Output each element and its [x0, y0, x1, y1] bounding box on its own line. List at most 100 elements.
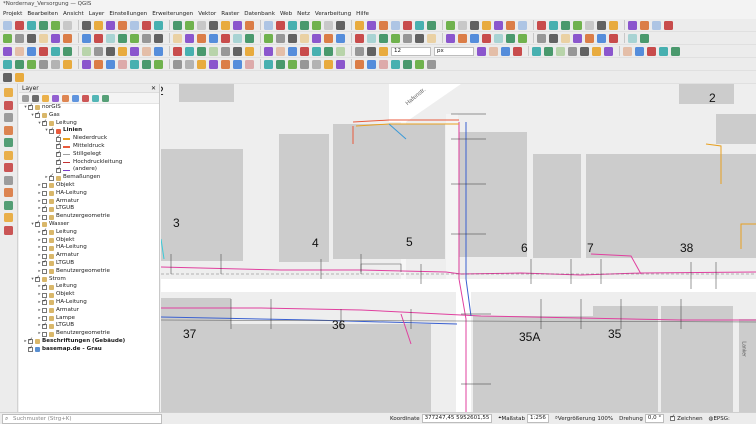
layer-row-s-ltgub[interactable]: ▸LTGUB [19, 322, 159, 330]
tool-icon[interactable] [209, 46, 218, 56]
layer-visibility-checkbox[interactable] [56, 134, 61, 142]
tool-icon[interactable] [4, 163, 13, 172]
tool-icon[interactable] [4, 88, 13, 97]
tool-icon[interactable] [173, 46, 182, 56]
tool-icon[interactable] [3, 33, 12, 43]
tool-icon[interactable] [264, 59, 273, 69]
layer-row-w-ha[interactable]: ▸ HA-Leitung [19, 244, 159, 252]
layer-row-gas-objekt[interactable]: ▸ Objekt [19, 182, 159, 190]
tool-icon[interactable] [573, 20, 582, 30]
tool-icon[interactable] [446, 20, 455, 30]
layer-row-s-ha[interactable]: ▸HA-Leitung [19, 298, 159, 307]
tool-icon[interactable] [15, 59, 24, 69]
layer-visibility-checkbox[interactable] [42, 214, 47, 220]
tool-icon[interactable] [63, 59, 72, 69]
tool-icon[interactable] [4, 188, 13, 197]
tool-icon[interactable] [154, 46, 163, 56]
tool-icon[interactable] [506, 20, 515, 30]
layer-row-s-leitung[interactable]: ▸Leitung [19, 283, 159, 291]
tool-icon[interactable] [185, 20, 194, 30]
layer-row-gas[interactable]: ▾Gas [19, 111, 159, 120]
tool-icon[interactable] [142, 20, 151, 30]
tool-icon[interactable] [3, 20, 12, 30]
tool-icon[interactable] [652, 20, 661, 30]
tool-icon[interactable] [276, 20, 285, 30]
tool-icon[interactable] [264, 33, 273, 43]
tool-icon[interactable] [185, 46, 194, 56]
tool-icon[interactable] [245, 46, 254, 56]
layer-row-gas-bem[interactable]: ▸Bemaßungen [19, 173, 159, 182]
tool-icon[interactable] [659, 46, 668, 56]
tool-icon[interactable] [300, 33, 309, 43]
tool-icon[interactable] [609, 33, 618, 43]
tool-icon[interactable] [130, 46, 139, 56]
tool-icon[interactable] [130, 33, 139, 43]
locator-search-input[interactable]: ⌕ Suchmuster (Strg+K) [2, 413, 162, 424]
tool-icon[interactable] [106, 33, 115, 43]
tool-icon[interactable] [94, 33, 103, 43]
tool-icon[interactable] [355, 33, 364, 43]
tool-icon[interactable] [324, 20, 333, 30]
tool-icon[interactable] [39, 59, 48, 69]
tool-icon[interactable] [154, 20, 163, 30]
tool-icon[interactable] [477, 46, 486, 56]
tool-icon[interactable] [604, 46, 613, 56]
tool-icon[interactable] [640, 20, 649, 30]
layer-tool-icon[interactable] [42, 94, 49, 102]
symbol-size-field[interactable]: 12 [391, 46, 431, 56]
tool-icon[interactable] [4, 225, 13, 235]
tool-icon[interactable] [300, 20, 309, 30]
tool-icon[interactable] [51, 33, 60, 43]
tool-icon[interactable] [573, 33, 582, 43]
layer-visibility-checkbox[interactable] [42, 245, 47, 251]
tool-icon[interactable] [39, 20, 48, 30]
layer-visibility-checkbox[interactable] [42, 228, 47, 236]
tool-icon[interactable] [427, 20, 436, 30]
tool-icon[interactable] [336, 59, 345, 69]
layer-visibility-checkbox[interactable] [28, 345, 33, 353]
tool-icon[interactable] [39, 33, 48, 43]
layer-visibility-checkbox[interactable] [56, 166, 61, 173]
layer-visibility-checkbox[interactable] [49, 173, 54, 181]
map-canvas[interactable]: Hafenstr. Lanker 2 2 3 4 5 6 7 38 37 36 … [161, 84, 756, 412]
tool-icon[interactable] [379, 59, 388, 69]
tool-icon[interactable] [537, 20, 546, 30]
layer-visibility-checkbox[interactable] [35, 275, 40, 283]
tool-icon[interactable] [94, 20, 103, 30]
tool-icon[interactable] [4, 138, 13, 147]
tool-icon[interactable] [288, 20, 297, 30]
tool-icon[interactable] [592, 46, 601, 56]
layer-visibility-checkbox[interactable] [42, 237, 47, 243]
layer-row-strom[interactable]: ▾Strom [19, 275, 159, 284]
tool-icon[interactable] [15, 33, 24, 43]
layer-tool-icon[interactable] [62, 94, 69, 102]
layer-visibility-checkbox[interactable] [42, 308, 47, 314]
layer-visibility-checkbox[interactable] [49, 127, 54, 134]
tool-icon[interactable] [221, 46, 230, 56]
menu-item-hilfe[interactable]: Hilfe [356, 9, 369, 19]
layer-row-hochdruck[interactable]: Hochdruckleitung [19, 158, 159, 167]
tool-icon[interactable] [664, 20, 673, 30]
layer-tool-icon[interactable] [32, 94, 39, 102]
tool-icon[interactable] [4, 213, 13, 222]
tool-icon[interactable] [336, 33, 345, 43]
tool-icon[interactable] [403, 59, 412, 69]
tool-icon[interactable] [106, 59, 115, 69]
tool-icon[interactable] [585, 20, 594, 30]
layer-visibility-checkbox[interactable] [42, 191, 47, 197]
tool-icon[interactable] [367, 33, 376, 43]
tool-icon[interactable] [15, 46, 24, 56]
tool-icon[interactable] [118, 33, 127, 43]
tool-icon[interactable] [154, 33, 163, 43]
tool-icon[interactable] [51, 46, 60, 56]
tool-icon[interactable] [221, 33, 230, 43]
tool-icon[interactable] [336, 46, 345, 56]
tool-icon[interactable] [391, 33, 400, 43]
render-toggle[interactable]: Zeichnen [670, 414, 703, 422]
layer-tool-icon[interactable] [102, 94, 109, 102]
tool-icon[interactable] [209, 33, 218, 43]
tool-icon[interactable] [494, 33, 503, 43]
menu-item-web[interactable]: Web [280, 9, 292, 19]
layer-visibility-checkbox[interactable] [56, 142, 61, 150]
tool-icon[interactable] [355, 46, 364, 56]
